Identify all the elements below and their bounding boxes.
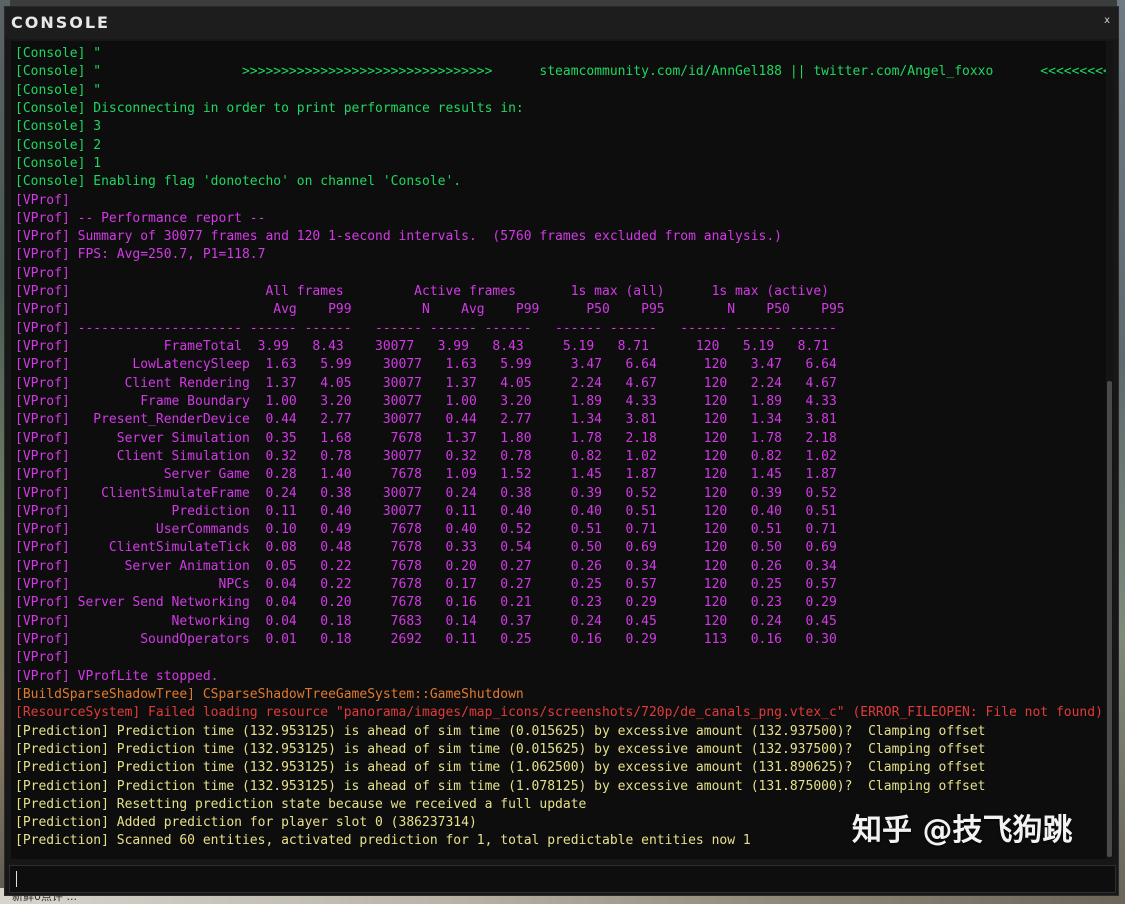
log-line-vprof: [VProf] Server Game 0.28 1.40 7678 1.09 … [15,467,837,483]
log-line-vprof: [VProf] [15,265,70,281]
log-line-vprof: [VProf] Present_RenderDevice 0.44 2.77 3… [15,412,837,428]
log-line-console: [Console] 3 [15,119,102,135]
log-line-vprof: [VProf] Frame Boundary 1.00 3.20 30077 1… [15,393,837,409]
log-line-vprof: [VProf] -- Performance report -- [15,210,266,226]
log-line-console: [Console] 2 [15,137,102,153]
log-line-vprof: [VProf] UserCommands 0.10 0.49 7678 0.40… [15,522,837,538]
log-line-prediction: [Prediction] Prediction time (132.953125… [15,723,986,739]
window-title: CONSOLE [11,13,110,32]
log-line-console: [Console] " [15,82,102,98]
title-bar[interactable]: CONSOLE x [5,7,1118,39]
log-line-prediction: [Prediction] Prediction time (132.953125… [15,760,986,776]
scrollbar[interactable] [1106,41,1113,859]
log-line-vprof: [VProf] Server Simulation 0.35 1.68 7678… [15,430,837,446]
log-line-console: [Console] " [15,46,102,61]
log-line-vprof: [VProf] Server Send Networking 0.04 0.20… [15,595,837,611]
log-line-vprof: [VProf] Client Simulation 0.32 0.78 3007… [15,448,837,464]
log-line-vprof: [VProf] [15,192,70,208]
log-line-vprof: [VProf] Server Animation 0.05 0.22 7678 … [15,558,837,574]
log-line-vprof: [VProf] ClientSimulateFrame 0.24 0.38 30… [15,485,837,501]
log-line-vprof: [VProf] Avg P99 N Avg P99 P50 P95 N P50 … [15,302,845,318]
log-line-build: [BuildSparseShadowTree] CSparseShadowTre… [15,686,524,702]
log-line-vprof: [VProf] FPS: Avg=250.7, P1=118.7 [15,247,266,263]
command-input-row[interactable] [9,865,1116,893]
console-log[interactable]: [Console] " [Console] " >>>>>>>>>>>>>>>>>… [11,41,1113,859]
text-cursor [16,871,17,887]
log-line-console: [Console] Enabling flag 'donotecho' on c… [15,174,462,190]
log-line-vprof: [VProf] All frames Active frames 1s max … [15,284,829,300]
log-line-vprof: [VProf] --------------------- ------ ---… [15,320,837,336]
console-window: CONSOLE x [Console] " [Console] " >>>>>>>… [4,6,1119,896]
log-line-vprof: [VProf] VProfLite stopped. [15,668,219,684]
log-line-vprof: [VProf] Client Rendering 1.37 4.05 30077… [15,375,837,391]
log-line-vprof: [VProf] Networking 0.04 0.18 7683 0.14 0… [15,613,837,629]
log-line-vprof: [VProf] SoundOperators 0.01 0.18 2692 0.… [15,632,837,647]
log-line-console: [Console] Disconnecting in order to prin… [15,100,524,116]
log-line-console: [Console] " >>>>>>>>>>>>>>>>>>>>>>>>>>>>… [15,64,1110,80]
log-line-vprof: [VProf] NPCs 0.04 0.22 7678 0.17 0.27 0.… [15,577,837,593]
log-line-vprof: [VProf] FrameTotal 3.99 8.43 30077 3.99 … [15,339,829,354]
watermark: 知乎 @技飞狗跳 [852,813,1073,848]
log-lines: [Console] " [Console] " >>>>>>>>>>>>>>>>>… [15,45,1110,851]
close-icon[interactable]: x [1104,15,1110,26]
log-line-resource: [ResourceSystem] Failed loading resource… [15,705,1103,721]
log-line-vprof: [VProf] [15,650,70,666]
log-line-vprof: [VProf] Summary of 30077 frames and 120 … [15,229,783,245]
command-input[interactable] [20,868,1114,890]
log-line-vprof: [VProf] Prediction 0.11 0.40 30077 0.11 … [15,503,837,519]
log-line-console: [Console] 1 [15,155,102,171]
log-line-vprof: [VProf] ClientSimulateTick 0.08 0.48 767… [15,540,837,556]
scrollbar-thumb[interactable] [1107,381,1112,857]
log-line-prediction: [Prediction] Prediction time (132.953125… [15,778,986,794]
log-line-vprof: [VProf] LowLatencySleep 1.63 5.99 30077 … [15,357,837,373]
log-line-prediction: [Prediction] Prediction time (132.953125… [15,741,986,757]
